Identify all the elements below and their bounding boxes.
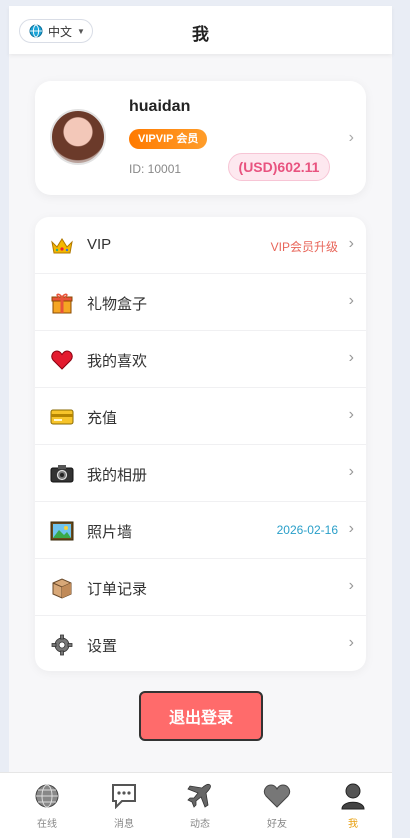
menu-item-label: 我的喜欢 [87,353,148,370]
chevron-right-icon: › [348,463,354,480]
nav-friends[interactable]: 好友 [238,781,316,837]
picture-icon [50,519,74,543]
avatar[interactable] [50,109,106,165]
menu-item-label: 礼物盒子 [87,296,148,313]
menu-item-recharge[interactable]: 充值 › [35,388,366,445]
nav-moments[interactable]: 动态 [161,781,239,837]
menu-item-gift-box[interactable]: 礼物盒子 › [35,274,366,331]
nav-label: 动态 [190,819,210,830]
heart-icon [238,781,316,811]
chevron-right-icon: › [348,349,354,366]
menu-item-my-likes[interactable]: 我的喜欢 › [35,331,366,388]
menu-item-settings[interactable]: 设置 › [35,616,366,673]
menu-item-label: 充值 [87,410,118,427]
profile-card[interactable]: huaidan VIPVIP 会员 ID: 10001 (USD)602.11 … [35,81,366,195]
chevron-right-icon: › [348,292,354,309]
globe-icon [8,781,86,811]
logout-button[interactable]: 退出登录 [139,691,263,741]
menu-item-label: 照片墙 [87,524,133,541]
heart-icon [50,348,74,372]
nav-label: 我 [348,819,358,830]
menu-item-label: VIP [87,236,112,253]
chevron-right-icon: › [348,406,354,423]
vip-upgrade-hint: VIP会员升级 [270,240,338,254]
person-icon [314,781,392,811]
chevron-right-icon: › [348,520,354,537]
vip-badge: VIPVIP 会员 [129,129,208,149]
bottom-nav: 在线 消息 动态 好友 我 [0,772,392,838]
menu-item-vip[interactable]: VIP VIP会员升级 › [35,217,366,274]
top-header: 中文 ▼ 我 [9,6,392,54]
chevron-right-icon: › [348,634,354,651]
gift-icon [50,291,74,315]
camera-icon [50,462,74,486]
credit-card-icon [50,405,74,429]
nav-online[interactable]: 在线 [8,781,86,837]
package-icon [50,576,74,600]
nav-label: 好友 [267,819,287,830]
nav-messages[interactable]: 消息 [85,781,163,837]
menu-item-label: 我的相册 [87,467,148,484]
chevron-right-icon: › [348,577,354,594]
airplane-icon [161,781,239,811]
menu-list: VIP VIP会员升级 › 礼物盒子 › 我的喜欢 › 充值 › 我的相册 › … [35,217,366,671]
nav-label: 消息 [114,819,134,830]
gear-icon [50,633,74,657]
page-title: 我 [192,25,209,44]
photo-wall-date: 2026-02-16 [276,523,338,537]
menu-item-photo-wall[interactable]: 照片墙 2026-02-16 › [35,502,366,559]
menu-item-label: 设置 [87,638,118,655]
chevron-right-icon: › [348,235,354,252]
menu-item-label: 订单记录 [87,581,148,598]
nav-me[interactable]: 我 [314,781,392,837]
menu-item-my-album[interactable]: 我的相册 › [35,445,366,502]
balance-badge[interactable]: (USD)602.11 [228,153,330,181]
user-id: ID: 10001 [129,162,182,176]
crown-icon [50,234,74,258]
menu-item-order-records[interactable]: 订单记录 › [35,559,366,616]
chevron-right-icon: › [348,129,354,146]
chat-bubble-icon [85,781,163,811]
username: huaidan [129,98,191,115]
nav-label: 在线 [37,819,57,830]
